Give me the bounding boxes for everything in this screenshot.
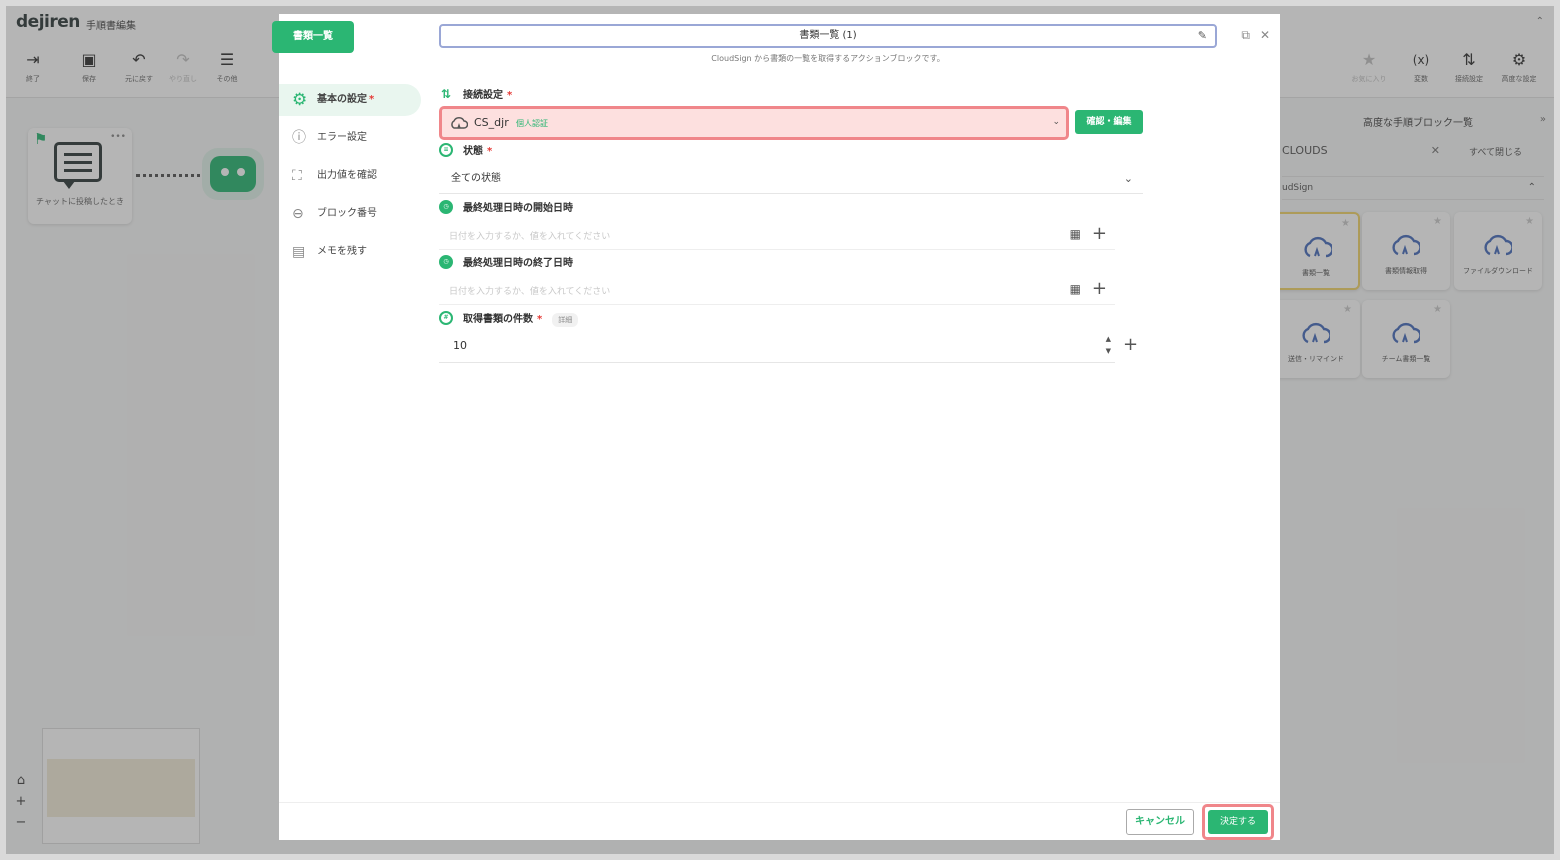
- nav-item-block-number[interactable]: ⊖ ブロック番号: [279, 198, 423, 230]
- stepper-up-icon[interactable]: ▲: [1106, 333, 1111, 345]
- block-title-value: 書類一覧 (1): [799, 30, 857, 41]
- connection-field-label: ⇅ 接続設定 *: [439, 87, 513, 104]
- count-label-text: 取得書類の件数: [463, 314, 533, 325]
- nav-item-label: 基本の設定: [317, 94, 367, 105]
- start-date-field[interactable]: 日付を入力するか、値を入れてください ▦ +: [439, 220, 1115, 250]
- chevron-down-icon: ⌄: [1123, 172, 1133, 185]
- output-icon: ⛶: [292, 168, 302, 184]
- number-stepper[interactable]: ▲ ▼: [1106, 333, 1111, 357]
- add-value-icon[interactable]: +: [1123, 334, 1138, 355]
- cloud-icon: [451, 117, 468, 129]
- calendar-icon[interactable]: ▦: [1070, 227, 1081, 241]
- count-input[interactable]: 10 ▲ ▼: [439, 331, 1115, 363]
- end-date-label-text: 最終処理日時の終了日時: [463, 258, 573, 269]
- pencil-icon[interactable]: ✎: [1198, 26, 1207, 46]
- nav-item-basic-settings[interactable]: ⚙ 基本の設定 *: [279, 84, 421, 116]
- auth-badge: 個人認証: [516, 119, 548, 128]
- confirm-edit-button[interactable]: 確認・編集: [1075, 110, 1143, 134]
- required-mark: *: [369, 94, 375, 105]
- connection-label-text: 接続設定: [463, 90, 503, 101]
- block-name-tab: 書類一覧: [272, 21, 354, 53]
- memo-icon: ▤: [292, 244, 306, 260]
- popout-icon[interactable]: ⧉: [1241, 28, 1250, 42]
- add-value-icon[interactable]: +: [1092, 223, 1107, 244]
- required-mark: *: [537, 314, 543, 325]
- cancel-button[interactable]: キャンセル: [1126, 809, 1194, 835]
- block-settings-modal: 書類一覧 書類一覧 (1) ✎ CloudSign から書類の一覧を取得するアク…: [272, 14, 1280, 840]
- connection-value: CS_djr: [474, 116, 509, 129]
- nav-item-output[interactable]: ⛶ 出力値を確認: [279, 160, 423, 192]
- number-icon: ⊖: [292, 206, 304, 222]
- modal-window-controls: ⧉ ✕: [1231, 28, 1270, 43]
- ok-button[interactable]: 決定する: [1208, 810, 1268, 834]
- status-label-text: 状態: [463, 146, 483, 157]
- calendar-icon[interactable]: ▦: [1070, 282, 1081, 296]
- close-icon[interactable]: ✕: [1260, 28, 1270, 42]
- ok-button-highlight: 決定する: [1202, 804, 1274, 840]
- required-mark: *: [487, 146, 493, 157]
- list-icon: ≡: [439, 143, 453, 157]
- start-date-label-text: 最終処理日時の開始日時: [463, 203, 573, 214]
- gear-icon: ⚙: [292, 90, 308, 110]
- end-date-field[interactable]: 日付を入力するか、値を入れてください ▦ +: [439, 275, 1115, 305]
- status-value: 全ての状態: [451, 173, 501, 184]
- nav-item-label: 出力値を確認: [317, 170, 377, 181]
- connection-icon: ⇅: [440, 87, 452, 101]
- clock-icon: ◷: [439, 200, 453, 214]
- end-date-field-label: ◷ 最終処理日時の終了日時: [439, 255, 573, 272]
- number-icon: #: [439, 311, 453, 325]
- alert-icon: ⓘ: [292, 130, 306, 146]
- nav-item-label: メモを残す: [317, 246, 367, 257]
- count-field-label: # 取得書類の件数 * 詳細: [439, 311, 579, 328]
- stepper-down-icon[interactable]: ▼: [1106, 345, 1111, 357]
- connection-select[interactable]: CS_djr 個人認証 ⌄: [439, 106, 1069, 140]
- settings-nav: ⚙ 基本の設定 * ⓘ エラー設定 ⛶ 出力値を確認 ⊖ ブロック番号 ▤ メモを…: [279, 84, 423, 274]
- count-value: 10: [453, 339, 467, 352]
- modal-footer: キャンセル 決定する: [279, 802, 1280, 840]
- nav-item-error-settings[interactable]: ⓘ エラー設定: [279, 122, 423, 154]
- detail-badge[interactable]: 詳細: [552, 313, 579, 327]
- end-date-placeholder: 日付を入力するか、値を入れてください: [449, 287, 611, 297]
- block-title-input[interactable]: 書類一覧 (1) ✎: [439, 24, 1217, 48]
- status-select[interactable]: 全ての状態 ⌄: [439, 164, 1143, 194]
- status-field-label: ≡ 状態 *: [439, 143, 493, 160]
- block-description: CloudSign から書類の一覧を取得するアクションブロックです。: [711, 54, 945, 63]
- add-value-icon[interactable]: +: [1092, 278, 1107, 299]
- nav-item-label: ブロック番号: [317, 208, 377, 219]
- required-mark: *: [507, 90, 513, 101]
- chevron-down-icon: ⌄: [1052, 117, 1060, 127]
- start-date-field-label: ◷ 最終処理日時の開始日時: [439, 200, 573, 217]
- start-date-placeholder: 日付を入力するか、値を入れてください: [449, 232, 611, 242]
- nav-item-label: エラー設定: [317, 132, 367, 143]
- clock-icon: ◷: [439, 255, 453, 269]
- nav-item-memo[interactable]: ▤ メモを残す: [279, 236, 423, 268]
